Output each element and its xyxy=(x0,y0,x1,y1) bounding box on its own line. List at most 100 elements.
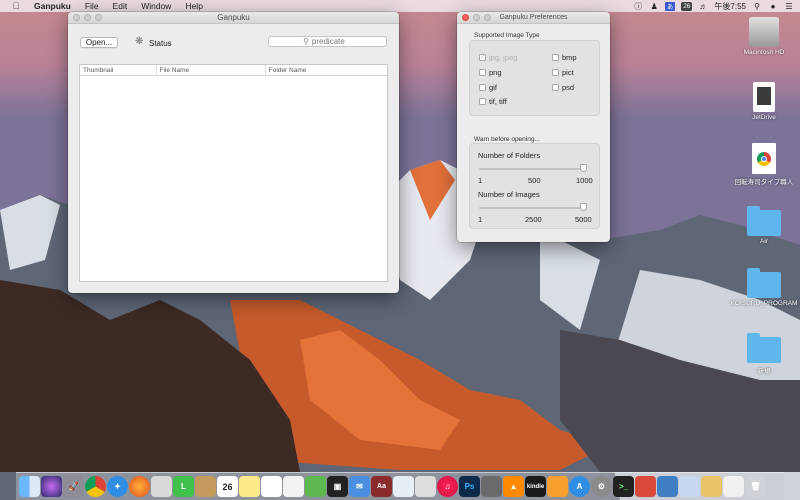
checkbox-tif[interactable]: tif, tiff xyxy=(479,97,507,106)
menu-help[interactable]: Help xyxy=(185,1,202,11)
results-table[interactable]: Thumbnail File Name Folder Name xyxy=(79,64,388,282)
minimize-button[interactable] xyxy=(84,14,91,21)
chrome-icon[interactable] xyxy=(85,476,106,497)
mail-icon[interactable]: ✉ xyxy=(349,476,370,497)
xcode-icon[interactable] xyxy=(657,476,678,497)
desktop-icon-shortcut[interactable]: 回転寿司タイプ職人 xyxy=(729,143,799,186)
line-icon[interactable]: L xyxy=(173,476,194,497)
checkbox-psd[interactable]: psd xyxy=(552,83,574,92)
folders-tick-max: 1000 xyxy=(576,176,593,185)
menu-bar:  Ganpuku File Edit Window Help ⓘ ♟ あ 26… xyxy=(0,0,800,12)
desktop-icon-air[interactable]: Air xyxy=(729,206,799,245)
warn-label: Warn before opening... xyxy=(474,136,540,143)
preview-icon[interactable] xyxy=(393,476,414,497)
checkbox-bmp[interactable]: bmp xyxy=(552,53,577,62)
input-method-icon[interactable]: あ xyxy=(665,1,676,11)
volume-icon[interactable]: ♬ xyxy=(698,2,708,11)
checkbox-jpg[interactable]: ✓ jpg, jpeg xyxy=(479,53,517,62)
kindle-icon[interactable]: kindle xyxy=(525,476,546,497)
column-folder-name[interactable]: Folder Name xyxy=(266,65,387,75)
open-button[interactable]: Open... xyxy=(80,37,118,48)
checkbox-png[interactable]: png xyxy=(479,68,502,77)
siri-icon[interactable] xyxy=(41,476,62,497)
launchpad-icon[interactable]: 🚀 xyxy=(63,476,84,497)
folders-slider-label: Number of Folders xyxy=(478,151,541,160)
calendar-icon[interactable]: 26 xyxy=(217,476,238,497)
info-icon[interactable]: ⓘ xyxy=(633,2,643,11)
evernote-icon[interactable] xyxy=(305,476,326,497)
trash-icon[interactable]: 🗑 xyxy=(745,476,766,497)
user-icon[interactable]: ♟ xyxy=(649,2,659,11)
app-menu[interactable]: Ganpuku xyxy=(34,1,71,11)
notes-icon[interactable] xyxy=(239,476,260,497)
filezilla-icon[interactable] xyxy=(635,476,656,497)
firefox-icon[interactable] xyxy=(129,476,150,497)
siri-menubar-icon[interactable]: ● xyxy=(768,2,778,11)
contacts-icon[interactable] xyxy=(195,476,216,497)
menu-file[interactable]: File xyxy=(85,1,99,11)
menu-edit[interactable]: Edit xyxy=(113,1,128,11)
column-thumbnail[interactable]: Thumbnail xyxy=(80,65,157,75)
dock: 🚀 ✦ L 26 ▣ ✉ Aa ♫ Ps ▲ kindle A ⚙ >_ 🗑 xyxy=(16,472,784,500)
spotlight-icon[interactable]: ⚲ xyxy=(752,2,762,11)
checkbox-pict[interactable]: pict xyxy=(552,68,574,77)
downloads-icon[interactable] xyxy=(723,476,744,497)
desktop-icon-macintosh-hd[interactable]: Macintosh HD xyxy=(729,17,799,56)
apple-menu-icon[interactable]:  xyxy=(10,1,22,11)
images-slider-knob[interactable] xyxy=(580,203,587,211)
photoshop-icon[interactable]: Ps xyxy=(459,476,480,497)
desktop-icon-new[interactable]: 新規 xyxy=(729,333,799,375)
images-slider[interactable] xyxy=(479,207,586,209)
finder-icon[interactable] xyxy=(19,476,40,497)
books-icon[interactable] xyxy=(547,476,568,497)
zoom-button[interactable] xyxy=(95,14,102,21)
menu-window[interactable]: Window xyxy=(141,1,171,11)
system-preferences-icon[interactable]: ⚙ xyxy=(591,476,612,497)
notification-center-icon[interactable]: ☰ xyxy=(784,2,794,11)
archive-icon[interactable] xyxy=(701,476,722,497)
vlc-icon[interactable]: ▲ xyxy=(503,476,524,497)
archive-utility-icon[interactable] xyxy=(481,476,502,497)
appstore-icon[interactable]: A xyxy=(569,476,590,497)
folders-tick-min: 1 xyxy=(478,176,483,185)
search-icon: ⚲ xyxy=(303,37,309,46)
folders-slider[interactable] xyxy=(479,168,586,170)
search-field[interactable]: ⚲ xyxy=(268,36,387,47)
prefs-minimize-button[interactable] xyxy=(473,14,480,21)
folder-icon xyxy=(747,333,781,363)
itunes-icon[interactable]: ♫ xyxy=(437,476,458,497)
textedit-icon[interactable] xyxy=(283,476,304,497)
safari-icon[interactable]: ✦ xyxy=(107,476,128,497)
date-badge[interactable]: 26 xyxy=(681,1,693,11)
images-tick-min: 1 xyxy=(478,215,483,224)
desktop-icon-koisuru[interactable]: KOISURU_PROGRAM xyxy=(729,268,799,307)
column-file-name[interactable]: File Name xyxy=(157,65,266,75)
qt-icon[interactable]: ▣ xyxy=(327,476,348,497)
prefs-zoom-button[interactable] xyxy=(484,14,491,21)
prefs-window-title: Ganpuku Preferences xyxy=(499,14,568,21)
folders-tick-mid: 500 xyxy=(528,176,541,185)
screen-sharing-icon[interactable] xyxy=(679,476,700,497)
close-button[interactable] xyxy=(73,14,80,21)
checkbox-gif[interactable]: gif xyxy=(479,83,497,92)
sd-card-icon xyxy=(753,82,775,112)
main-window: Ganpuku Open... ❋ Status ⚲ Thumbnail Fil… xyxy=(68,12,399,293)
status-label: Status xyxy=(149,39,172,48)
folder-icon xyxy=(747,206,781,236)
main-window-title: Ganpuku xyxy=(217,13,250,22)
folders-slider-knob[interactable] xyxy=(580,164,587,172)
hard-drive-icon xyxy=(749,17,779,47)
terminal-icon[interactable]: >_ xyxy=(613,476,634,497)
prefs-window-titlebar[interactable]: Ganpuku Preferences xyxy=(457,12,610,24)
chrome-shortcut-icon xyxy=(752,143,776,174)
clock[interactable]: 午後7:55 xyxy=(714,1,746,12)
photos-icon[interactable] xyxy=(151,476,172,497)
main-window-titlebar[interactable]: Ganpuku xyxy=(68,12,399,24)
desktop-icon-jetdrive[interactable]: JetDrive xyxy=(729,82,799,121)
dictionary-icon[interactable]: Aa xyxy=(371,476,392,497)
reminders-icon[interactable] xyxy=(261,476,282,497)
folder-icon xyxy=(747,268,781,298)
prefs-close-button[interactable] xyxy=(462,14,469,21)
image-capture-icon[interactable] xyxy=(415,476,436,497)
search-input[interactable] xyxy=(311,37,352,46)
